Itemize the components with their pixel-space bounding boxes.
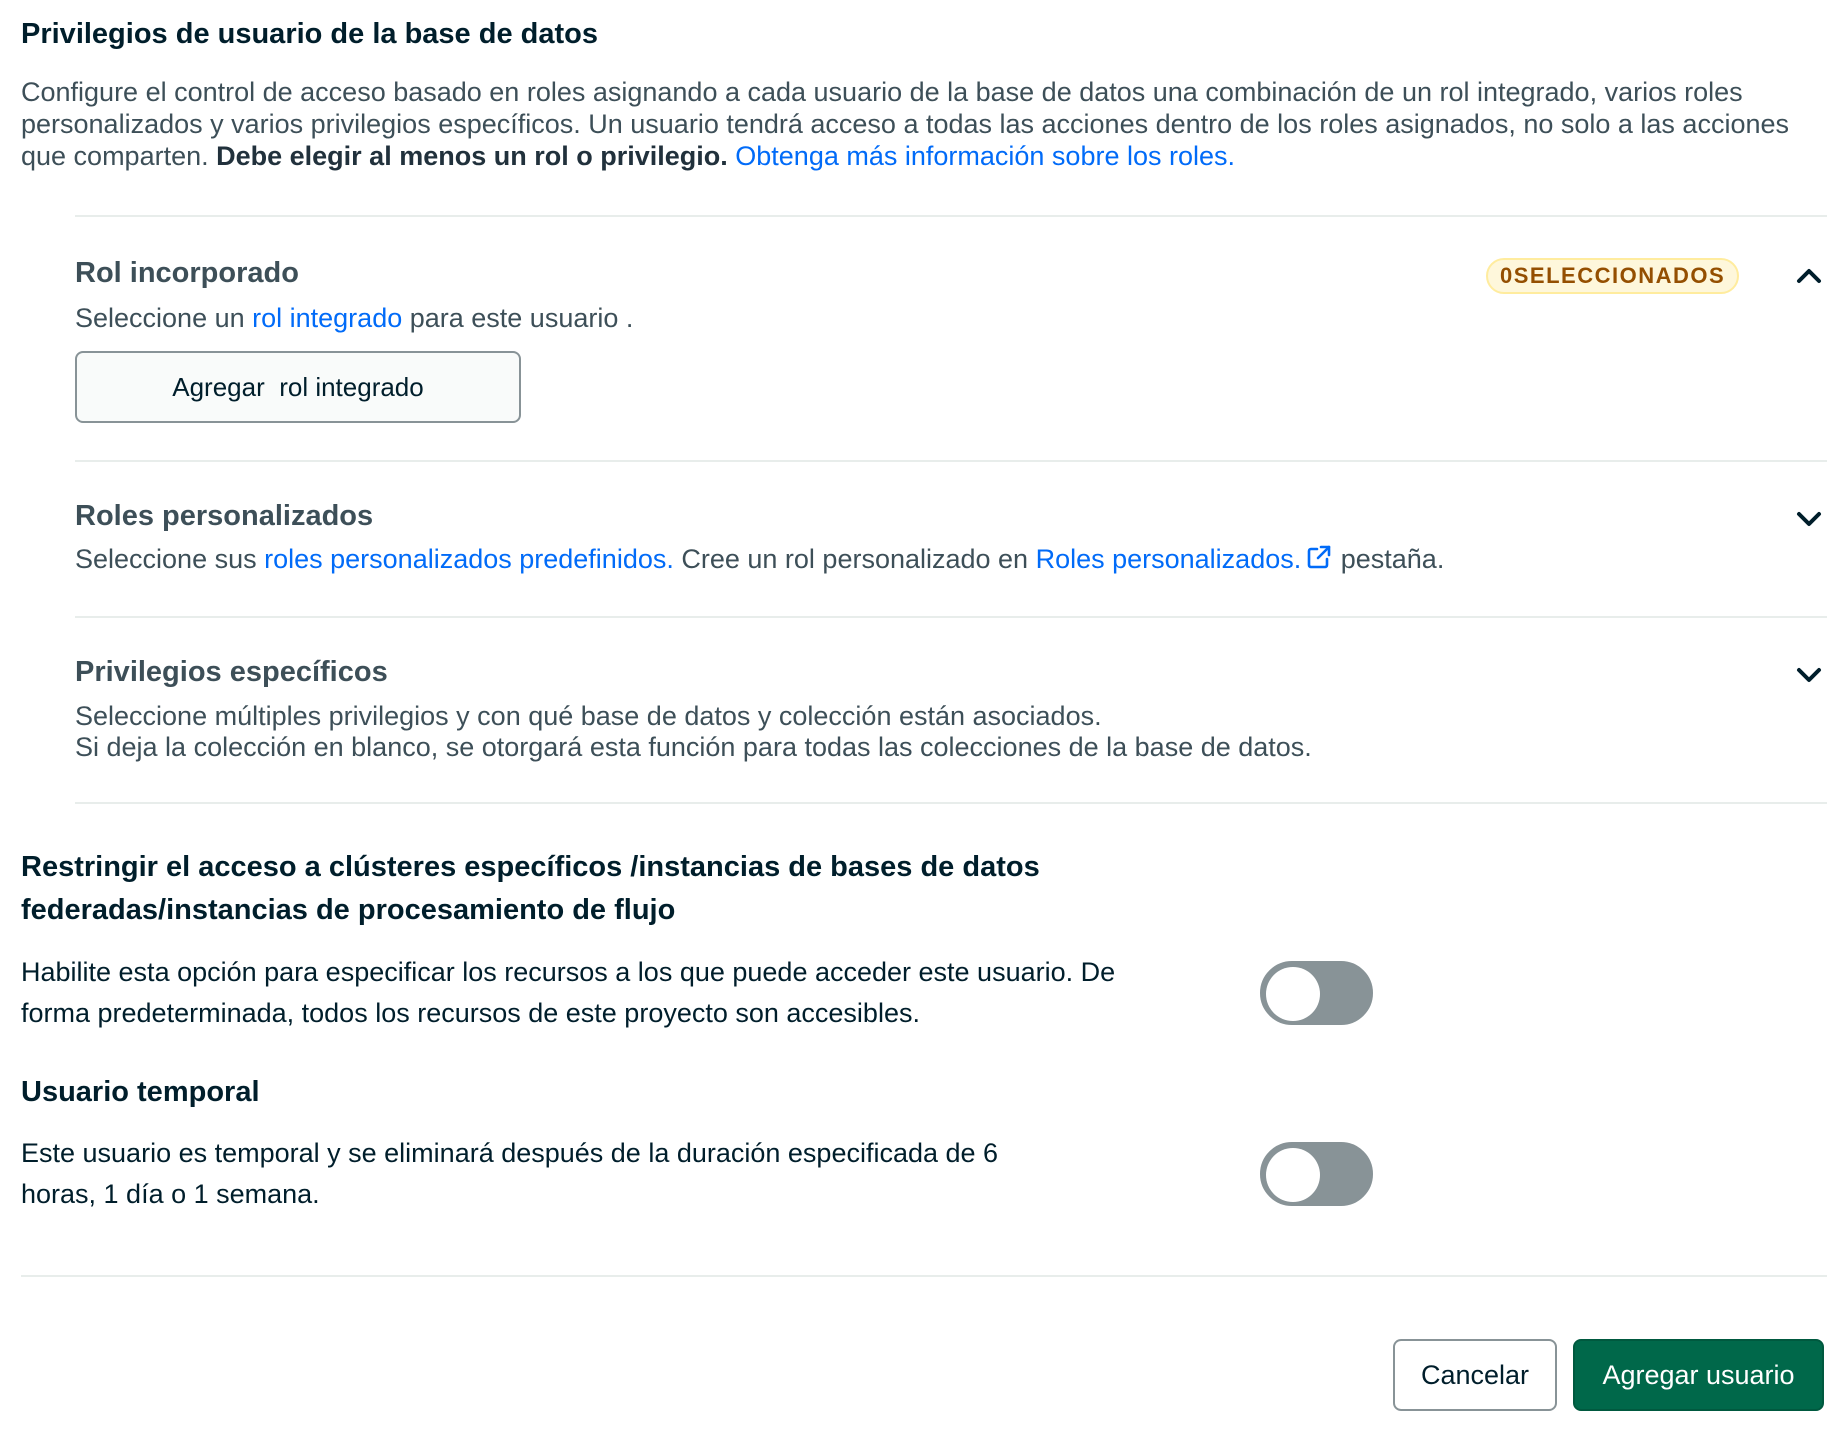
- builtin-role-link[interactable]: rol integrado: [252, 303, 402, 333]
- restrict-access-title-line1: Restringir el acceso a clústeres específ…: [21, 851, 1040, 883]
- divider: [75, 460, 1827, 462]
- restrict-access-title-line2: federadas/instancias de procesamiento de…: [21, 894, 676, 926]
- custom-roles-description: Seleccione sus roles personalizados pred…: [75, 543, 1444, 575]
- chevron-up-icon[interactable]: [1793, 260, 1825, 292]
- specific-privileges-desc-line2: Si deja la colección en blanco, se otorg…: [75, 732, 1312, 762]
- custom-roles-desc-suffix: pestaña.: [1333, 544, 1445, 574]
- custom-roles-title[interactable]: Roles personalizados: [75, 500, 373, 533]
- custom-roles-desc-prefix: Seleccione sus: [75, 544, 265, 574]
- specific-privileges-desc-line1: Seleccione múltiples privilegios y con q…: [75, 701, 1102, 731]
- restrict-access-desc-line2: forma predeterminada, todos los recursos…: [21, 998, 920, 1028]
- chevron-down-icon[interactable]: [1793, 503, 1825, 535]
- intro-text-bold: Debe elegir al menos un rol o privilegio…: [216, 141, 728, 171]
- chevron-down-icon[interactable]: [1793, 659, 1825, 691]
- restrict-access-description: Habilite esta opción para especificar lo…: [21, 952, 1115, 1034]
- restrict-access-desc-line1: Habilite esta opción para especificar lo…: [21, 957, 1116, 987]
- builtin-role-title[interactable]: Rol incorporado: [75, 257, 299, 290]
- add-user-button[interactable]: Agregar usuario: [1573, 1339, 1824, 1411]
- footer-divider: [21, 1275, 1827, 1277]
- cancel-button[interactable]: Cancelar: [1393, 1339, 1557, 1411]
- selected-count-badge: 0SELECCIONADOS: [1486, 258, 1740, 294]
- builtin-role-description: Seleccione un rol integrado para este us…: [75, 302, 633, 334]
- temporary-user-desc-line2: horas, 1 día o 1 semana.: [21, 1179, 320, 1209]
- temporary-user-desc-line1: Este usuario es temporal y se eliminará …: [21, 1138, 999, 1168]
- restrict-access-toggle[interactable]: [1260, 961, 1373, 1025]
- temporary-user-description: Este usuario es temporal y se eliminará …: [21, 1133, 998, 1215]
- divider: [75, 802, 1827, 804]
- restrict-access-title: Restringir el acceso a clústeres específ…: [21, 846, 1040, 932]
- divider: [75, 616, 1827, 618]
- predefined-custom-roles-link[interactable]: roles personalizados predefinidos.: [264, 544, 674, 574]
- intro-text: Configure el control de acceso basado en…: [21, 76, 1821, 172]
- temporary-user-toggle[interactable]: [1260, 1142, 1373, 1206]
- temporary-user-title: Usuario temporal: [21, 1076, 260, 1108]
- custom-roles-desc-middle: Cree un rol personalizado en: [673, 544, 1036, 574]
- divider: [75, 215, 1827, 217]
- external-link-icon[interactable]: [1305, 543, 1333, 571]
- database-user-privileges-panel: Privilegios de usuario de la base de dat…: [0, 0, 1848, 1434]
- builtin-role-desc-suffix: para este usuario .: [402, 303, 634, 333]
- specific-privileges-title[interactable]: Privilegios específicos: [75, 656, 388, 689]
- add-builtin-role-button[interactable]: Agregar rol integrado: [75, 351, 521, 423]
- learn-more-roles-link[interactable]: Obtenga más información sobre los roles.: [735, 141, 1235, 171]
- page-title: Privilegios de usuario de la base de dat…: [21, 18, 598, 50]
- toggle-knob: [1266, 1148, 1320, 1202]
- builtin-role-desc-prefix: Seleccione un: [75, 303, 253, 333]
- toggle-knob: [1266, 967, 1320, 1021]
- custom-roles-tab-link[interactable]: Roles personalizados.: [1036, 544, 1302, 574]
